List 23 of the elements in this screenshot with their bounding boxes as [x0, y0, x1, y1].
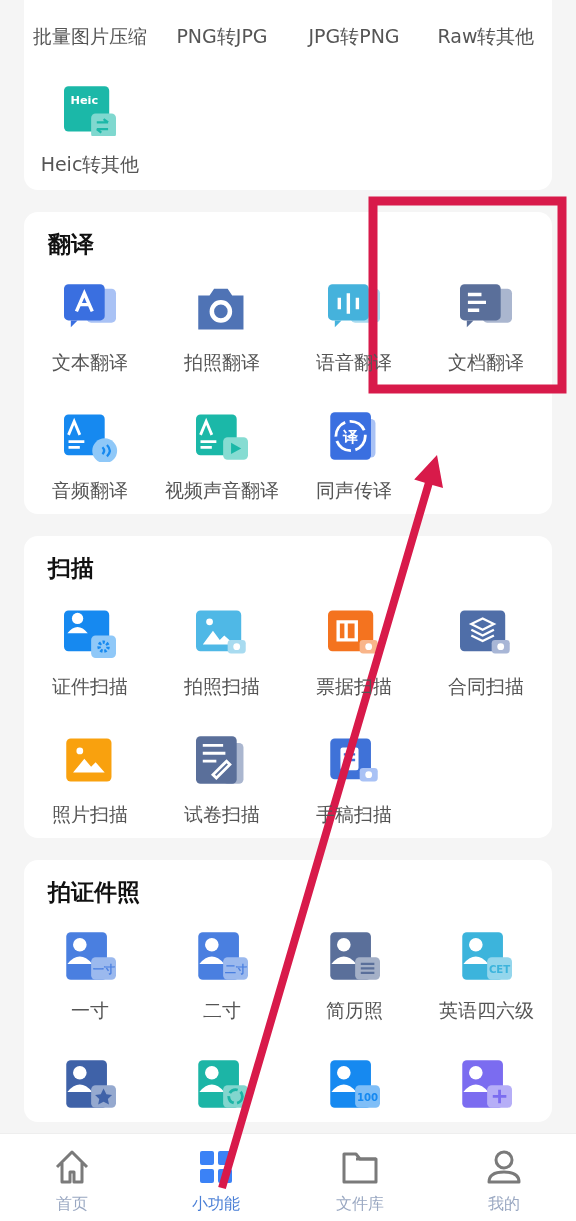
tool-label[interactable]: JPG转PNG	[308, 24, 400, 48]
tool-label[interactable]: PNG转JPG	[176, 24, 268, 48]
tool-label[interactable]: 视频声音翻译	[165, 478, 279, 502]
tool-label[interactable]: 批量图片压缩	[33, 24, 147, 48]
tool-label[interactable]: 拍照扫描	[184, 674, 260, 698]
tool-label[interactable]: 英语四六级	[438, 998, 534, 1022]
tool-label[interactable]: 二寸	[203, 998, 241, 1022]
tool-label[interactable]: 文本翻译	[52, 350, 128, 374]
tool-label[interactable]: 同声传译	[316, 478, 392, 502]
section-title: 翻译	[48, 230, 95, 259]
tool-label[interactable]: Raw转其他	[437, 24, 535, 48]
tool-label[interactable]: 证件扫描	[52, 674, 128, 698]
tool-label[interactable]: 合同扫描	[448, 674, 524, 698]
tool-label[interactable]: 文档翻译	[448, 350, 524, 374]
tool-label[interactable]: 简历照	[325, 998, 383, 1022]
tool-label[interactable]: 一寸	[71, 998, 109, 1022]
tool-label[interactable]: 拍照翻译	[184, 350, 260, 374]
section-title: 拍证件照	[48, 878, 141, 907]
section-title: 扫描	[48, 554, 95, 583]
tool-label[interactable]: Heic转其他	[40, 152, 140, 176]
tool-label[interactable]: 音频翻译	[52, 478, 128, 502]
tool-label[interactable]: 照片扫描	[52, 802, 128, 826]
tool-label[interactable]: 试卷扫描	[184, 802, 260, 826]
